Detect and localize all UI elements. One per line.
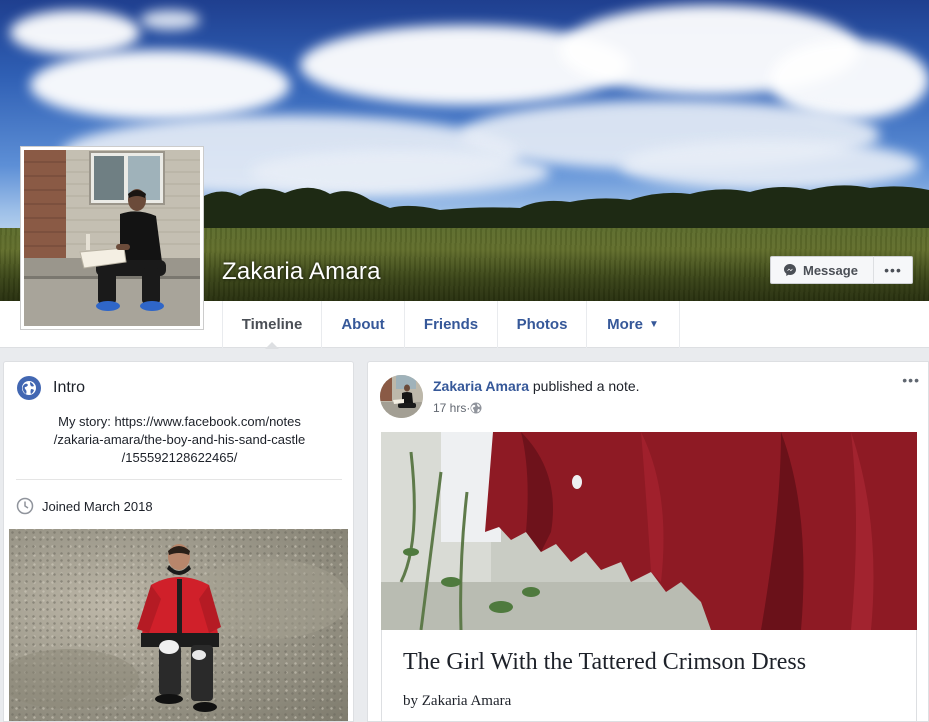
- globe-small-icon[interactable]: [470, 402, 482, 414]
- avatar-image: [380, 375, 423, 418]
- story-line: /155592128622465/: [121, 450, 238, 465]
- tab-more-label: More: [607, 316, 643, 333]
- tab-photos[interactable]: Photos: [498, 301, 587, 348]
- story-line: /zakaria-amara/the-boy-and-his-sand-cast…: [53, 432, 306, 447]
- profile-photo-image: [24, 150, 200, 326]
- crimson-dress-image: [381, 432, 917, 630]
- post-meta: 17 hrs ·: [433, 401, 482, 415]
- tab-about-label: About: [341, 316, 385, 333]
- post-options-button[interactable]: •••: [902, 372, 920, 388]
- tab-photos-label: Photos: [516, 316, 568, 333]
- profile-picture[interactable]: [20, 146, 204, 330]
- tab-friends-label: Friends: [423, 316, 479, 333]
- tab-timeline-label: Timeline: [241, 316, 303, 333]
- intro-card: Intro My story: https://www.facebook.com…: [3, 361, 354, 722]
- note-cover-image[interactable]: [381, 432, 917, 630]
- caret-down-icon: ▼: [648, 319, 659, 330]
- tab-timeline[interactable]: Timeline: [222, 301, 322, 349]
- tab-more[interactable]: More ▼: [587, 301, 680, 348]
- joined-info: Joined March 2018: [16, 497, 153, 515]
- note-byline: by Zakaria Amara: [403, 693, 512, 709]
- avatar[interactable]: [380, 375, 423, 418]
- clock-icon: [16, 497, 34, 515]
- intro-title: Intro: [53, 379, 86, 396]
- globe-icon: [17, 376, 41, 400]
- divider: [16, 479, 342, 480]
- more-options-button[interactable]: •••: [873, 256, 913, 284]
- intro-story[interactable]: My story: https://www.facebook.com/notes…: [24, 413, 335, 467]
- story-line: My story: https://www.facebook.com/notes: [58, 414, 301, 429]
- post-header: Zakaria Amara published a note.: [433, 378, 640, 394]
- message-button[interactable]: Message: [770, 256, 874, 284]
- featured-photo[interactable]: [9, 529, 348, 721]
- featured-photo-image: [9, 544, 348, 712]
- joined-text: Joined March 2018: [42, 498, 153, 514]
- note-title[interactable]: The Girl With the Tattered Crimson Dress: [403, 649, 806, 676]
- profile-name[interactable]: Zakaria Amara: [222, 258, 381, 286]
- post-timestamp[interactable]: 17 hrs: [433, 401, 466, 415]
- post-author-link[interactable]: Zakaria Amara: [433, 378, 529, 394]
- tab-friends[interactable]: Friends: [405, 301, 498, 348]
- messenger-icon: [784, 264, 796, 276]
- note-preview[interactable]: The Girl With the Tattered Crimson Dress…: [381, 630, 917, 721]
- tab-about[interactable]: About: [322, 301, 405, 348]
- message-label: Message: [803, 262, 858, 278]
- note-post: Zakaria Amara published a note. 17 hrs ·…: [367, 361, 929, 722]
- post-action: published a note.: [528, 378, 640, 394]
